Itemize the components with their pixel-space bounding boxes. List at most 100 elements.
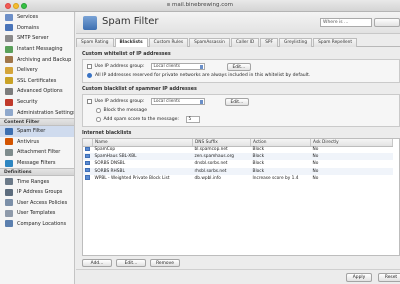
info-icon <box>87 73 92 78</box>
message-filters-icon <box>5 159 13 167</box>
tab-blacklists[interactable]: Blacklists <box>114 38 148 47</box>
ssl-certificates-icon <box>5 77 13 85</box>
sidebar-item-delivery[interactable]: Delivery <box>0 65 74 76</box>
score-input[interactable]: 5 <box>185 116 200 123</box>
tab-spf[interactable]: SPF <box>260 38 278 47</box>
sidebar-item-domains[interactable]: Domains <box>0 23 74 34</box>
sidebar-item-services[interactable]: Services <box>0 12 74 23</box>
sidebar-item-user-templates[interactable]: User Templates <box>0 208 74 219</box>
sidebar-item-label: Instant Messaging <box>17 46 63 53</box>
tab-spamassassin[interactable]: SpamAssassin <box>189 38 230 47</box>
sidebar-item-label: Services <box>17 14 39 21</box>
footer-bar: Apply Reset <box>76 269 400 284</box>
blacklist-enabled-checkbox[interactable] <box>85 153 90 159</box>
blacklist-use-group-checkbox[interactable] <box>87 99 92 104</box>
spam-filter-icon <box>83 16 97 30</box>
sidebar-item-message-filters[interactable]: Message Filters <box>0 158 74 169</box>
add-score-radio[interactable] <box>96 117 101 122</box>
main-content: Spam Filter Where is ... Spam Rating Blac… <box>76 12 400 284</box>
whitelist-title: Custom whitelist of IP addresses <box>82 52 171 57</box>
sidebar-header-definitions: Definitions <box>0 168 74 177</box>
spammer-blacklist-panel: Use IP address group: Local clients Edit… <box>82 94 400 127</box>
attachment-filter-icon <box>5 148 13 156</box>
sidebar-item-label: Administration Settings <box>17 109 75 116</box>
sidebar-item-advanced-options[interactable]: Advanced Options <box>0 86 74 97</box>
sidebar-item-ssl-certificates[interactable]: SSL Certificates <box>0 76 74 87</box>
sidebar-item-administration-settings[interactable]: Administration Settings <box>0 107 74 118</box>
apply-button[interactable]: Apply <box>346 273 372 282</box>
window-title: mail.binebrewing.com <box>0 2 400 8</box>
sidebar-item-label: SMTP Server <box>17 35 49 42</box>
spam-filter-icon <box>5 127 13 135</box>
cell-ask: No <box>312 175 319 181</box>
remove-blacklist-button[interactable]: Remove <box>150 259 180 267</box>
column-header-dns-suffix[interactable]: DNS Suffix <box>192 139 251 147</box>
column-header-ask-directly[interactable]: Ask Directly <box>310 139 393 147</box>
table-row[interactable]: SORBS DNSBL dnsbl.sorbs.net Block No <box>83 160 393 167</box>
edit-blacklist-button[interactable]: Edit... <box>116 259 146 267</box>
whitelist-edit-button[interactable]: Edit... <box>226 62 252 71</box>
ip-address-groups-icon <box>5 188 13 196</box>
sidebar-item-label: User Access Policies <box>17 199 68 206</box>
sidebar-item-antivirus[interactable]: Antivirus <box>0 137 74 148</box>
table-row[interactable]: SpamCop bl.spamcop.net Block No <box>83 146 393 153</box>
tab-spam-rating[interactable]: Spam Rating <box>76 38 114 47</box>
sidebar-item-spam-filter[interactable]: Spam Filter <box>0 125 74 137</box>
sidebar-item-smtp-server[interactable]: SMTP Server <box>0 33 74 44</box>
table-row[interactable]: SpamHaus SBL-XBL zen.spamhaus.org Block No <box>83 153 393 161</box>
sidebar-item-label: SSL Certificates <box>17 77 57 84</box>
cell-name: SORBS DNSBL <box>94 161 126 167</box>
page-header: Spam Filter Where is ... <box>76 12 400 34</box>
sidebar-item-user-access-policies[interactable]: User Access Policies <box>0 198 74 209</box>
blacklist-enabled-checkbox[interactable] <box>85 146 90 152</box>
services-icon <box>5 13 13 21</box>
advanced-options-icon <box>5 87 13 95</box>
sidebar-item-company-locations[interactable]: Company Locations <box>0 219 74 230</box>
cell-action: Block <box>250 153 311 161</box>
whitelist-use-group-checkbox[interactable] <box>87 64 92 69</box>
blacklist-edit-button[interactable]: Edit... <box>224 97 250 106</box>
instant-messaging-icon <box>5 45 13 53</box>
search-button[interactable] <box>374 18 400 27</box>
column-header-action[interactable]: Action <box>250 139 311 147</box>
sidebar-item-instant-messaging[interactable]: Instant Messaging <box>0 44 74 55</box>
user-access-policies-icon <box>5 199 13 207</box>
security-icon <box>5 98 13 106</box>
reset-button[interactable]: Reset <box>378 273 400 282</box>
blacklist-enabled-checkbox[interactable] <box>85 160 90 166</box>
tab-custom-rules[interactable]: Custom Rules <box>148 38 189 47</box>
blacklist-enabled-checkbox[interactable] <box>85 167 90 173</box>
search-input[interactable]: Where is ... <box>320 18 372 27</box>
tab-caller-id[interactable]: Caller ID <box>230 38 260 47</box>
sidebar-item-label: Attachment Filter <box>17 149 61 156</box>
tab-greylisting[interactable]: Greylisting <box>278 38 313 47</box>
sidebar-item-attachment-filter[interactable]: Attachment Filter <box>0 147 74 158</box>
cell-dns: bl.spamcop.net <box>194 147 228 153</box>
table-row[interactable]: SORBS RHSBL rhsbl.sorbs.net Block No <box>83 167 393 175</box>
add-blacklist-button[interactable]: Add... <box>82 259 112 267</box>
sidebar-item-ip-address-groups[interactable]: IP Address Groups <box>0 187 74 198</box>
table-row[interactable]: WPBL - Weighted Private Block List db.wpb… <box>83 175 393 182</box>
smtp-server-icon <box>5 34 13 42</box>
sidebar: Services Domains SMTP Server Instant Messag… <box>0 12 75 284</box>
blacklist-enabled-checkbox[interactable] <box>85 175 90 180</box>
cell-ask: No <box>310 167 393 175</box>
whitelist-info-text: All IP addresses reserved for private ne… <box>95 73 311 78</box>
cell-name: SpamHaus SBL-XBL <box>92 153 193 161</box>
column-header-name[interactable]: Name <box>92 139 193 147</box>
sidebar-item-security[interactable]: Security <box>0 97 74 108</box>
company-locations-icon <box>5 220 13 228</box>
tab-spam-repellent[interactable]: Spam Repellent <box>313 38 358 47</box>
whitelist-group-select[interactable]: Local clients <box>150 63 205 70</box>
sidebar-item-label: Archiving and Backup <box>17 56 72 63</box>
internet-blacklists-table: Name DNS Suffix Action Ask Directly Spam… <box>82 138 400 256</box>
blacklist-group-select[interactable]: Local clients <box>150 98 205 105</box>
add-score-label: Add spam score to the message: <box>103 117 179 122</box>
sidebar-item-label: Spam Filter <box>17 128 46 135</box>
sidebar-item-label: Security <box>17 99 38 106</box>
cell-dns: zen.spamhaus.org <box>192 153 251 161</box>
sidebar-item-archiving-and-backup[interactable]: Archiving and Backup <box>0 54 74 65</box>
cell-name: SORBS RHSBL <box>92 167 193 175</box>
block-message-radio[interactable] <box>96 108 101 113</box>
sidebar-item-time-ranges[interactable]: Time Ranges <box>0 176 74 187</box>
